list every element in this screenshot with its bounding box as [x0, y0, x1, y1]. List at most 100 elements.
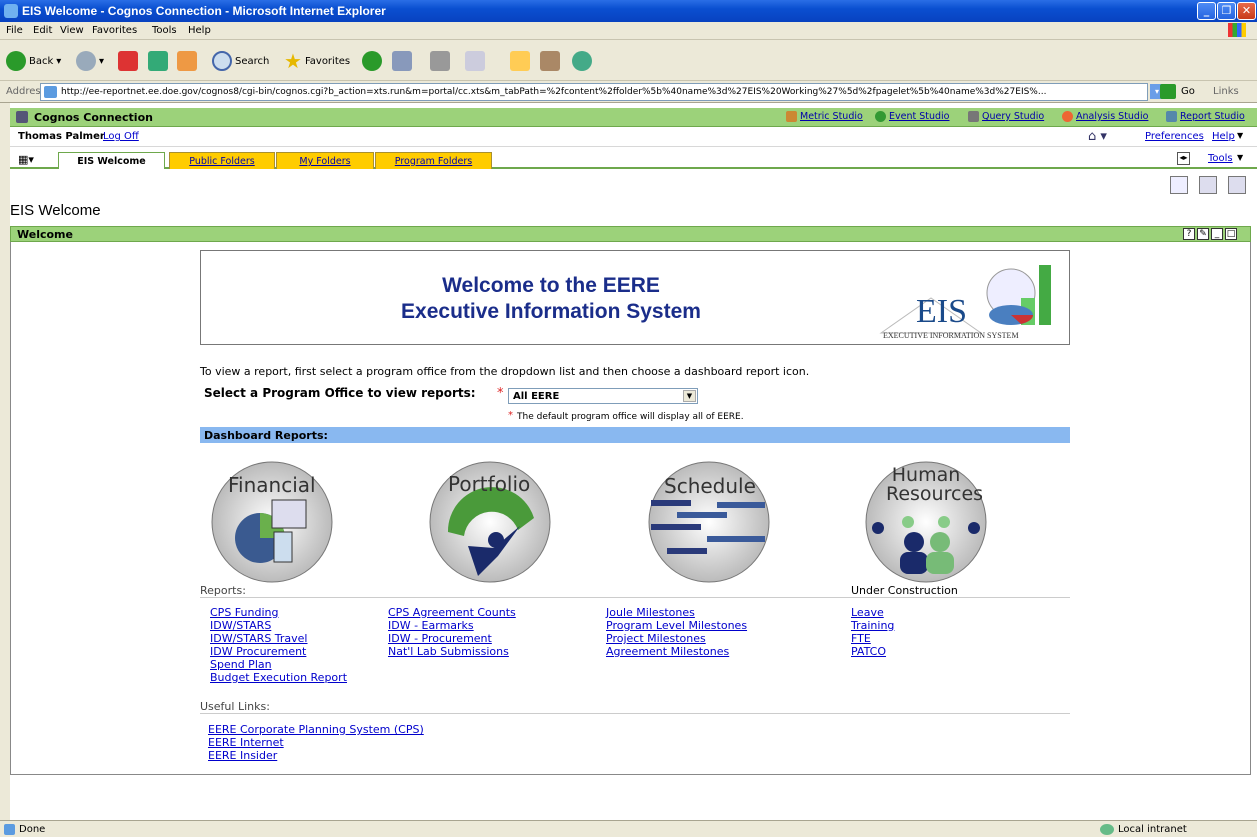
report-studio-link[interactable]: Report Studio: [1166, 111, 1245, 122]
report-link-idw-stars-travel[interactable]: IDW/STARS Travel: [210, 632, 347, 645]
forward-button[interactable]: ▾: [76, 49, 104, 73]
report-link-idw-stars[interactable]: IDW/STARS: [210, 619, 347, 632]
folder-icon[interactable]: [510, 51, 530, 71]
print-icon[interactable]: [430, 51, 450, 71]
required-asterisk: *: [497, 386, 504, 401]
cognos-logo-icon: [16, 111, 28, 123]
menu-tools[interactable]: Tools: [152, 25, 177, 36]
history-icon[interactable]: [362, 51, 382, 71]
menu-favorites[interactable]: Favorites: [92, 25, 137, 36]
home-icon[interactable]: [177, 51, 197, 71]
event-studio-icon: [875, 111, 886, 122]
portlet-maximize-icon[interactable]: □: [1225, 228, 1237, 240]
reports-label: Reports:: [200, 584, 246, 597]
report-link-project-milestones[interactable]: Project Milestones: [606, 632, 747, 645]
favorites-button[interactable]: ★ Favorites: [284, 49, 350, 73]
status-text: Done: [19, 824, 46, 835]
help-menu-link[interactable]: Help: [1212, 131, 1235, 142]
back-button[interactable]: Back ▾: [6, 49, 61, 73]
report-link-joule-milestones[interactable]: Joule Milestones: [606, 606, 747, 619]
cognos-title: Cognos Connection: [34, 111, 153, 124]
search-button[interactable]: Search: [212, 49, 269, 73]
home-menu-icon[interactable]: ⌂ ▾: [1088, 129, 1107, 144]
report-link-cps-agreement-counts[interactable]: CPS Agreement Counts: [388, 606, 516, 619]
portlet-title: Welcome: [17, 228, 73, 241]
ie-icon: [4, 4, 18, 18]
metric-studio-icon: [786, 111, 797, 122]
tab-my-folders[interactable]: My Folders: [276, 152, 374, 169]
report-link-program-level-milestones[interactable]: Program Level Milestones: [606, 619, 747, 632]
forward-arrow-icon: [76, 51, 96, 71]
tab-eis-welcome[interactable]: EIS Welcome: [58, 152, 165, 169]
address-url: http://ee-reportnet.ee.doe.gov/cognos8/c…: [61, 87, 1047, 97]
close-button[interactable]: ✕: [1237, 2, 1256, 20]
maximize-button[interactable]: ❐: [1217, 2, 1236, 20]
report-link-patco[interactable]: PATCO: [851, 645, 894, 658]
refresh-page-icon[interactable]: [1170, 176, 1188, 194]
financial-dashboard-button[interactable]: Financial: [210, 460, 334, 584]
metric-studio-link[interactable]: Metric Studio: [786, 111, 863, 122]
back-arrow-icon: [6, 51, 26, 71]
menu-file[interactable]: File: [6, 25, 23, 36]
cognos-header: Cognos Connection Metric Studio Event St…: [10, 108, 1257, 127]
tab-scroll-icon[interactable]: ◂▸: [1177, 152, 1190, 165]
tools-menu-link[interactable]: Tools: [1208, 153, 1233, 164]
useful-links-label: Useful Links:: [200, 700, 270, 713]
add-page-icon[interactable]: [1199, 176, 1217, 194]
schedule-dashboard-button[interactable]: Schedule: [647, 460, 771, 584]
tools-chevron-icon[interactable]: ▼: [1237, 153, 1243, 162]
stop-icon[interactable]: [118, 51, 138, 71]
human-resources-dashboard-button[interactable]: Human Resources: [864, 460, 988, 584]
eis-logo-text: EIS: [916, 293, 967, 330]
log-off-link[interactable]: Log Off: [103, 131, 139, 142]
useful-link-eere-insider[interactable]: EERE Insider: [208, 749, 424, 762]
research-icon[interactable]: [540, 51, 560, 71]
tab-public-folders[interactable]: Public Folders: [169, 152, 275, 169]
portlet-edit-icon[interactable]: ✎: [1197, 228, 1209, 240]
preferences-link[interactable]: Preferences: [1145, 131, 1204, 142]
tab-program-folders[interactable]: Program Folders: [375, 152, 492, 169]
favorites-star-icon: ★: [284, 49, 302, 73]
report-link-idw-earmarks[interactable]: IDW - Earmarks: [388, 619, 516, 632]
minimize-button[interactable]: _: [1197, 2, 1216, 20]
windows-logo-icon: [1228, 23, 1246, 37]
go-arrow-icon[interactable]: [1160, 84, 1176, 99]
menu-edit[interactable]: Edit: [33, 25, 52, 36]
report-link-agreement-milestones[interactable]: Agreement Milestones: [606, 645, 747, 658]
report-link-natl-lab-submissions[interactable]: Nat'l Lab Submissions: [388, 645, 516, 658]
report-link-cps-funding[interactable]: CPS Funding: [210, 606, 347, 619]
menu-view[interactable]: View: [60, 25, 84, 36]
financial-label: Financial: [228, 473, 316, 497]
edit-icon[interactable]: [465, 51, 485, 71]
portlet-help-icon[interactable]: ?: [1183, 228, 1195, 240]
report-link-fte[interactable]: FTE: [851, 632, 894, 645]
useful-link-cps[interactable]: EERE Corporate Planning System (CPS): [208, 723, 424, 736]
report-link-spend-plan[interactable]: Spend Plan: [210, 658, 347, 671]
event-studio-link[interactable]: Event Studio: [875, 111, 950, 122]
report-link-idw-procurement-2[interactable]: IDW - Procurement: [388, 632, 516, 645]
mail-icon[interactable]: [392, 51, 412, 71]
edit-page-icon[interactable]: [1228, 176, 1246, 194]
report-link-idw-procurement[interactable]: IDW Procurement: [210, 645, 347, 658]
refresh-icon[interactable]: [148, 51, 168, 71]
portfolio-dashboard-button[interactable]: Portfolio: [428, 460, 552, 584]
report-link-leave[interactable]: Leave: [851, 606, 894, 619]
report-link-training[interactable]: Training: [851, 619, 894, 632]
query-studio-link[interactable]: Query Studio: [968, 111, 1044, 122]
messenger-icon[interactable]: [572, 51, 592, 71]
useful-links-divider: [200, 713, 1070, 714]
program-office-select[interactable]: All EERE ▼: [508, 388, 698, 404]
analysis-studio-link[interactable]: Analysis Studio: [1062, 111, 1148, 122]
chevron-down-icon[interactable]: ▼: [683, 390, 696, 402]
menu-help[interactable]: Help: [188, 25, 211, 36]
address-input[interactable]: http://ee-reportnet.ee.doe.gov/cognos8/c…: [40, 83, 1148, 101]
page-status-icon: [4, 824, 15, 835]
help-chevron-icon[interactable]: ▼: [1237, 131, 1243, 140]
links-button[interactable]: Links: [1213, 86, 1239, 97]
tab-menu-icon[interactable]: ▦▾: [18, 153, 34, 166]
reports-divider: [200, 597, 1070, 598]
report-link-budget-execution[interactable]: Budget Execution Report: [210, 671, 347, 684]
go-button[interactable]: Go: [1181, 86, 1195, 97]
portlet-minimize-icon[interactable]: _: [1211, 228, 1223, 240]
useful-link-eere-internet[interactable]: EERE Internet: [208, 736, 424, 749]
